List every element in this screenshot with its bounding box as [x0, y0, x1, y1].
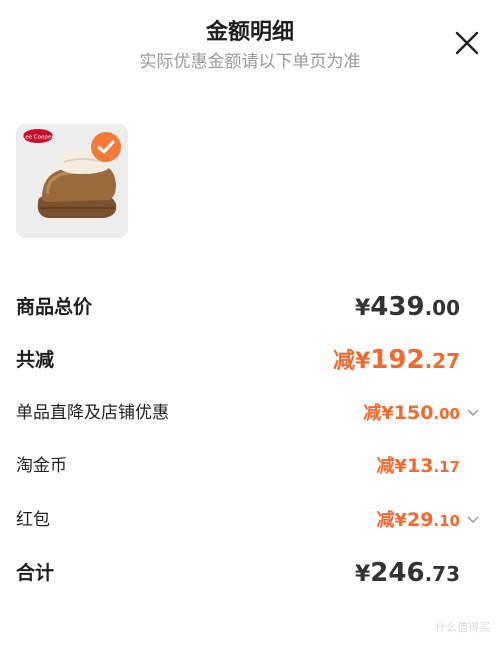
coins-value: 减¥13.17 — [376, 455, 460, 477]
total-price-row: 商品总价 ¥439.00 — [0, 287, 500, 327]
total-price-value: ¥439.00 — [354, 292, 460, 322]
chevron-down-icon[interactable] — [466, 512, 480, 526]
red-packet-label: 红包 — [16, 510, 50, 530]
shop-discount-row[interactable]: 单品直降及店铺优惠 减¥150.00 — [0, 393, 500, 433]
total-discount-row: 共减 减¥192.27 — [0, 340, 500, 380]
shop-discount-value: 减¥150.00 — [363, 402, 460, 424]
close-icon[interactable] — [452, 28, 482, 58]
red-packet-value: 减¥29.10 — [376, 509, 460, 531]
page-subtitle: 实际优惠金额请以下单页为准 — [139, 52, 361, 72]
header: 金额明细 实际优惠金额请以下单页为准 — [0, 0, 500, 80]
coins-row: 淘金币 减¥13.17 — [0, 446, 500, 486]
watermark: 什么值得买 — [435, 621, 490, 634]
chevron-down-icon[interactable] — [466, 405, 480, 419]
check-icon[interactable] — [91, 132, 121, 162]
total-price-label: 商品总价 — [16, 296, 93, 318]
shop-discount-label: 单品直降及店铺优惠 — [16, 403, 169, 423]
total-discount-value: 减¥192.27 — [332, 345, 460, 375]
total-discount-label: 共减 — [16, 349, 55, 371]
sum-value: ¥246.73 — [354, 558, 460, 588]
sum-row: 合计 ¥246.73 — [0, 553, 500, 593]
svg-text:Lee Cooper: Lee Cooper — [22, 135, 54, 141]
page-title: 金额明细 — [205, 20, 294, 45]
red-packet-row[interactable]: 红包 减¥29.10 — [0, 500, 500, 540]
sum-label: 合计 — [16, 562, 55, 584]
coins-label: 淘金币 — [16, 456, 67, 476]
